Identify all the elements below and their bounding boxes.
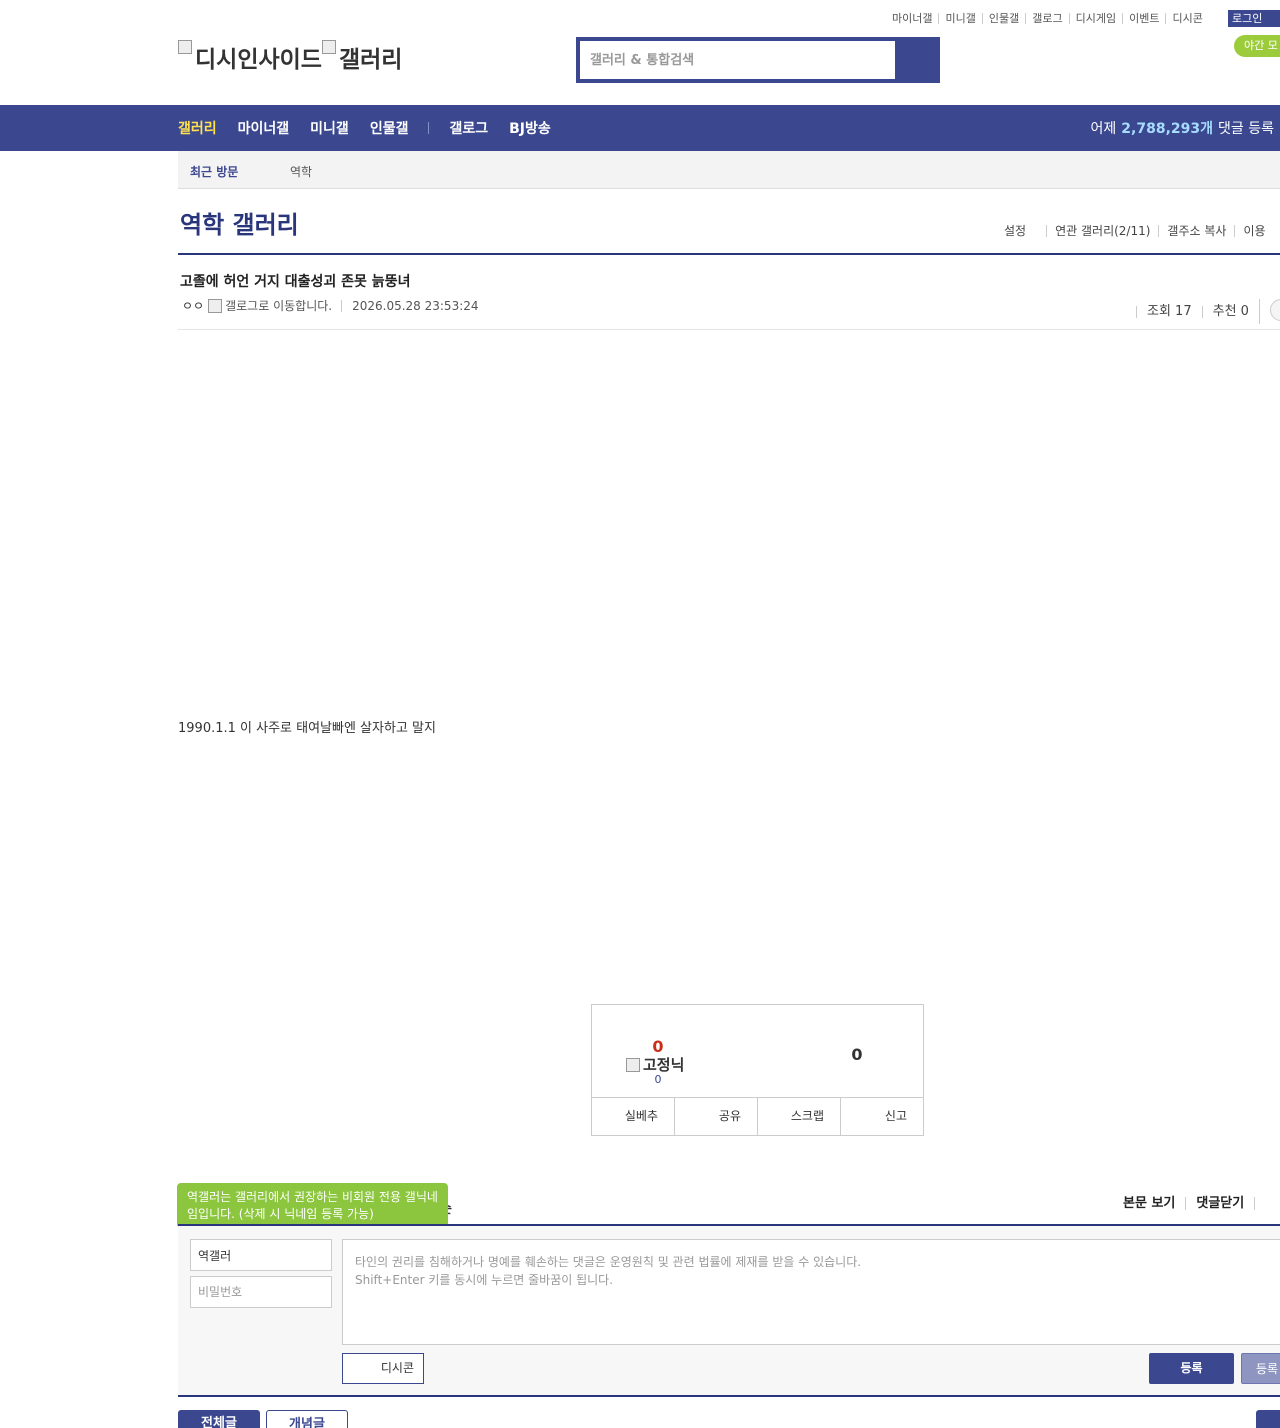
guest-nick-tooltip: 역갤러는 갤러리에서 권장하는 비회원 전용 갤닉네임입니다. (삭제 시 닉네… xyxy=(177,1183,448,1235)
broken-image-icon xyxy=(321,40,336,54)
dccon-button[interactable]: 디시콘 xyxy=(342,1353,424,1384)
gallery-title-divider xyxy=(178,253,1280,255)
list-divider xyxy=(178,1395,1280,1397)
fixed-nick-recommend[interactable]: 고정닉 xyxy=(626,1054,684,1075)
gnb-divider xyxy=(428,122,430,134)
dcinside-logo[interactable]: 디시인사이드 xyxy=(178,40,322,74)
top-link-gallog[interactable]: 갤로그 xyxy=(1025,12,1068,24)
site-logo[interactable]: 디시인사이드 갤러리 xyxy=(178,40,402,74)
search-button[interactable] xyxy=(897,41,936,79)
recent-visits-bar: 최근 방문 역학 xyxy=(178,151,1280,189)
top-link-mini-gallery[interactable]: 미니갤 xyxy=(938,12,981,24)
broken-image-icon xyxy=(626,1057,640,1072)
recommend-box: 0 고정닉 0 0 실베추 공유 스크랩 신고 xyxy=(591,1004,924,1136)
post-body-text: 1990.1.1 이 사주로 태여날빠엔 살자하고 말지 xyxy=(178,721,436,736)
comment-tools: 본문 보기 댓글닫기 xyxy=(1123,1197,1275,1210)
global-nav: 갤러리 마이너갤 미니갤 인물갤 갤로그 BJ방송 어제 2,788,293개 … xyxy=(0,105,1280,151)
post-head-divider xyxy=(178,329,1280,330)
comment-stat-suffix: 댓글 등록 xyxy=(1218,121,1274,137)
post-recommend-count: 추천 0 xyxy=(1201,305,1259,318)
top-link-event[interactable]: 이벤트 xyxy=(1122,12,1165,24)
broken-image-icon xyxy=(208,298,223,313)
post-writer[interactable]: ㅇㅇ xyxy=(182,297,204,314)
post-meta: ㅇㅇ 갤로그로 이동합니다. 2026.05.28 23:53:24 xyxy=(182,297,479,314)
comment-tools-divider xyxy=(1254,1197,1275,1210)
related-gallery-link[interactable]: 연관 갤러리(2/11) xyxy=(1046,225,1158,237)
tab-all-posts[interactable]: 전체글 xyxy=(178,1410,260,1428)
share-button[interactable]: 공유 xyxy=(674,1098,757,1135)
post-date: 2026.05.28 23:53:24 xyxy=(341,299,479,312)
post-title: 고졸에 허언 거지 대출성괴 존못 늙뚱녀 xyxy=(180,274,411,290)
gnb-item-person-gallery[interactable]: 인물갤 xyxy=(370,118,409,138)
comment-stat: 어제 2,788,293개 댓글 등록 xyxy=(1091,105,1274,151)
view-body-button[interactable]: 본문 보기 xyxy=(1123,1197,1185,1210)
fixed-nick-alt: 고정닉 xyxy=(643,1056,685,1074)
comment-write-area: 디시콘 등록 등록 xyxy=(178,1226,1280,1395)
comment-stat-number: 2,788,293개 xyxy=(1121,121,1214,137)
login-button[interactable]: 로그인 xyxy=(1228,10,1280,27)
comment-textarea[interactable] xyxy=(342,1239,1280,1345)
broken-image-icon xyxy=(178,40,192,54)
top-link-person-gallery[interactable]: 인물갤 xyxy=(981,12,1025,24)
gnb-item-mini-gallery[interactable]: 미니갤 xyxy=(310,118,349,138)
comment-stat-prefix: 어제 xyxy=(1090,121,1117,137)
tab-concept-posts[interactable]: 개념글 xyxy=(266,1410,348,1428)
copy-gallery-address-link[interactable]: 갤주소 복사 xyxy=(1158,225,1234,237)
gallery-settings-link[interactable]: 설정 xyxy=(996,225,1034,237)
dcinside-logo-alt: 디시인사이드 xyxy=(195,47,322,73)
recent-visit-item[interactable]: 역학 xyxy=(290,163,312,180)
recent-visits-label[interactable]: 최근 방문 xyxy=(190,163,238,180)
gallery-usage-link[interactable]: 이용 xyxy=(1234,225,1273,237)
gallery-logo[interactable]: 갤러리 xyxy=(321,40,403,74)
top-link-dc-game[interactable]: 디시게임 xyxy=(1068,12,1122,24)
post-stats-extra xyxy=(1258,299,1280,324)
close-comments-button[interactable]: 댓글닫기 xyxy=(1185,1197,1254,1210)
gallery-logo-alt: 갤러리 xyxy=(338,47,403,73)
top-link-dccon[interactable]: 디시콘 xyxy=(1165,12,1208,24)
more-options-icon[interactable] xyxy=(1269,299,1280,321)
gallog-link[interactable]: 갤로그로 이동합니다. xyxy=(208,297,332,314)
comment-nickname-field[interactable] xyxy=(190,1239,332,1271)
top-link-minor-gallery[interactable]: 마이너갤 xyxy=(886,13,938,24)
night-mode-toggle[interactable]: 야간 모 xyxy=(1234,35,1280,57)
gnb-item-gallog[interactable]: 갤로그 xyxy=(449,118,488,138)
gallog-link-alt: 갤로그로 이동합니다. xyxy=(225,299,333,313)
report-button[interactable]: 신고 xyxy=(840,1098,923,1135)
post-views: 조회 17 xyxy=(1136,305,1202,318)
search-input[interactable] xyxy=(580,41,895,79)
scrap-button[interactable]: 스크랩 xyxy=(757,1098,840,1135)
fixed-nick-count: 0 xyxy=(654,1073,662,1086)
recommend-actions: 실베추 공유 스크랩 신고 xyxy=(592,1097,923,1135)
comment-submit-button[interactable]: 등록 xyxy=(1149,1353,1234,1384)
gnb-item-gallery[interactable]: 갤러리 xyxy=(178,118,217,138)
gallery-links: 설정 연관 갤러리(2/11) 갤주소 복사 이용 xyxy=(996,225,1274,237)
gallery-title[interactable]: 역학 갤러리 xyxy=(180,205,299,240)
real-best-button[interactable]: 실베추 xyxy=(592,1098,674,1135)
recommend-down-count: 0 xyxy=(851,1045,863,1064)
comment-submit-recommend-button[interactable]: 등록 xyxy=(1241,1353,1280,1384)
comment-password-field[interactable] xyxy=(190,1276,332,1308)
gnb-item-bj-broadcast[interactable]: BJ방송 xyxy=(509,118,551,138)
top-utility-links: 마이너갤 미니갤 인물갤 갤로그 디시게임 이벤트 디시콘 xyxy=(886,10,1209,26)
gnb-item-minor-gallery[interactable]: 마이너갤 xyxy=(238,118,290,138)
post-stats: 조회 17 추천 0 xyxy=(1136,299,1280,324)
search-bar xyxy=(576,37,940,83)
write-button[interactable] xyxy=(1256,1410,1280,1428)
